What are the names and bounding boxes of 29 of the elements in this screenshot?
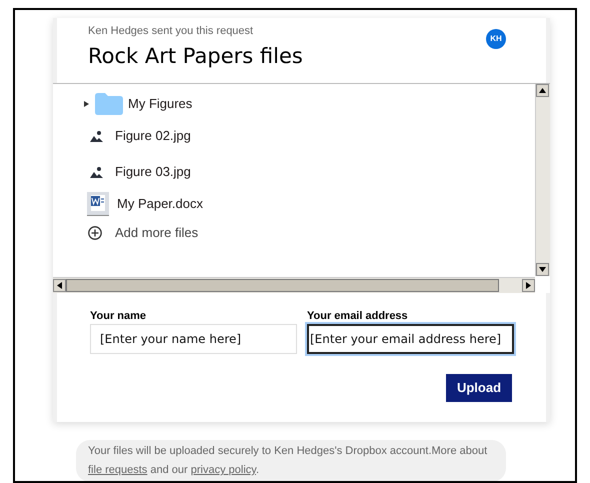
image-icon [90, 130, 105, 142]
upload-button[interactable]: Upload [446, 374, 512, 402]
scroll-up-icon[interactable] [539, 88, 546, 93]
folder-icon [95, 93, 123, 115]
footer-link[interactable]: privacy policy [190, 464, 256, 476]
file-name[interactable]: Figure 02.jpg [115, 126, 191, 146]
field-label: Your name [90, 309, 148, 323]
scroll-left-icon[interactable] [57, 282, 62, 289]
horizontal-scrollbar[interactable] [53, 277, 535, 293]
image-icon [90, 166, 105, 178]
scroll-right-icon[interactable] [526, 282, 531, 289]
sender-line: Ken Hedges sent you this request [88, 24, 254, 38]
footer-link[interactable]: file requests [88, 464, 148, 476]
footer-note: Your files will be uploaded securely to Ken Hedges's Dropbox account.More about file requests and our privacy policy. [76, 440, 506, 481]
request-title: Rock Art Papers files [88, 43, 303, 70]
file-name[interactable]: My Figures [128, 94, 192, 114]
file-name[interactable]: Figure 03.jpg [115, 162, 191, 182]
add-files-link[interactable]: Add more files [115, 223, 198, 243]
name-field[interactable]: [Enter your name here] [90, 324, 297, 354]
vertical-scrollbar[interactable] [535, 84, 550, 276]
email-field[interactable]: [Enter your email address here] [307, 324, 514, 354]
word-document-icon [87, 192, 109, 216]
scroll-thumb[interactable] [66, 279, 499, 292]
scroll-down-icon[interactable] [539, 267, 546, 272]
field-label: Your email address [307, 309, 409, 323]
avatar[interactable]: KH [486, 29, 506, 49]
add-icon [88, 226, 102, 240]
expand-arrow-icon[interactable] [84, 101, 89, 107]
file-name[interactable]: My Paper.docx [117, 194, 203, 214]
